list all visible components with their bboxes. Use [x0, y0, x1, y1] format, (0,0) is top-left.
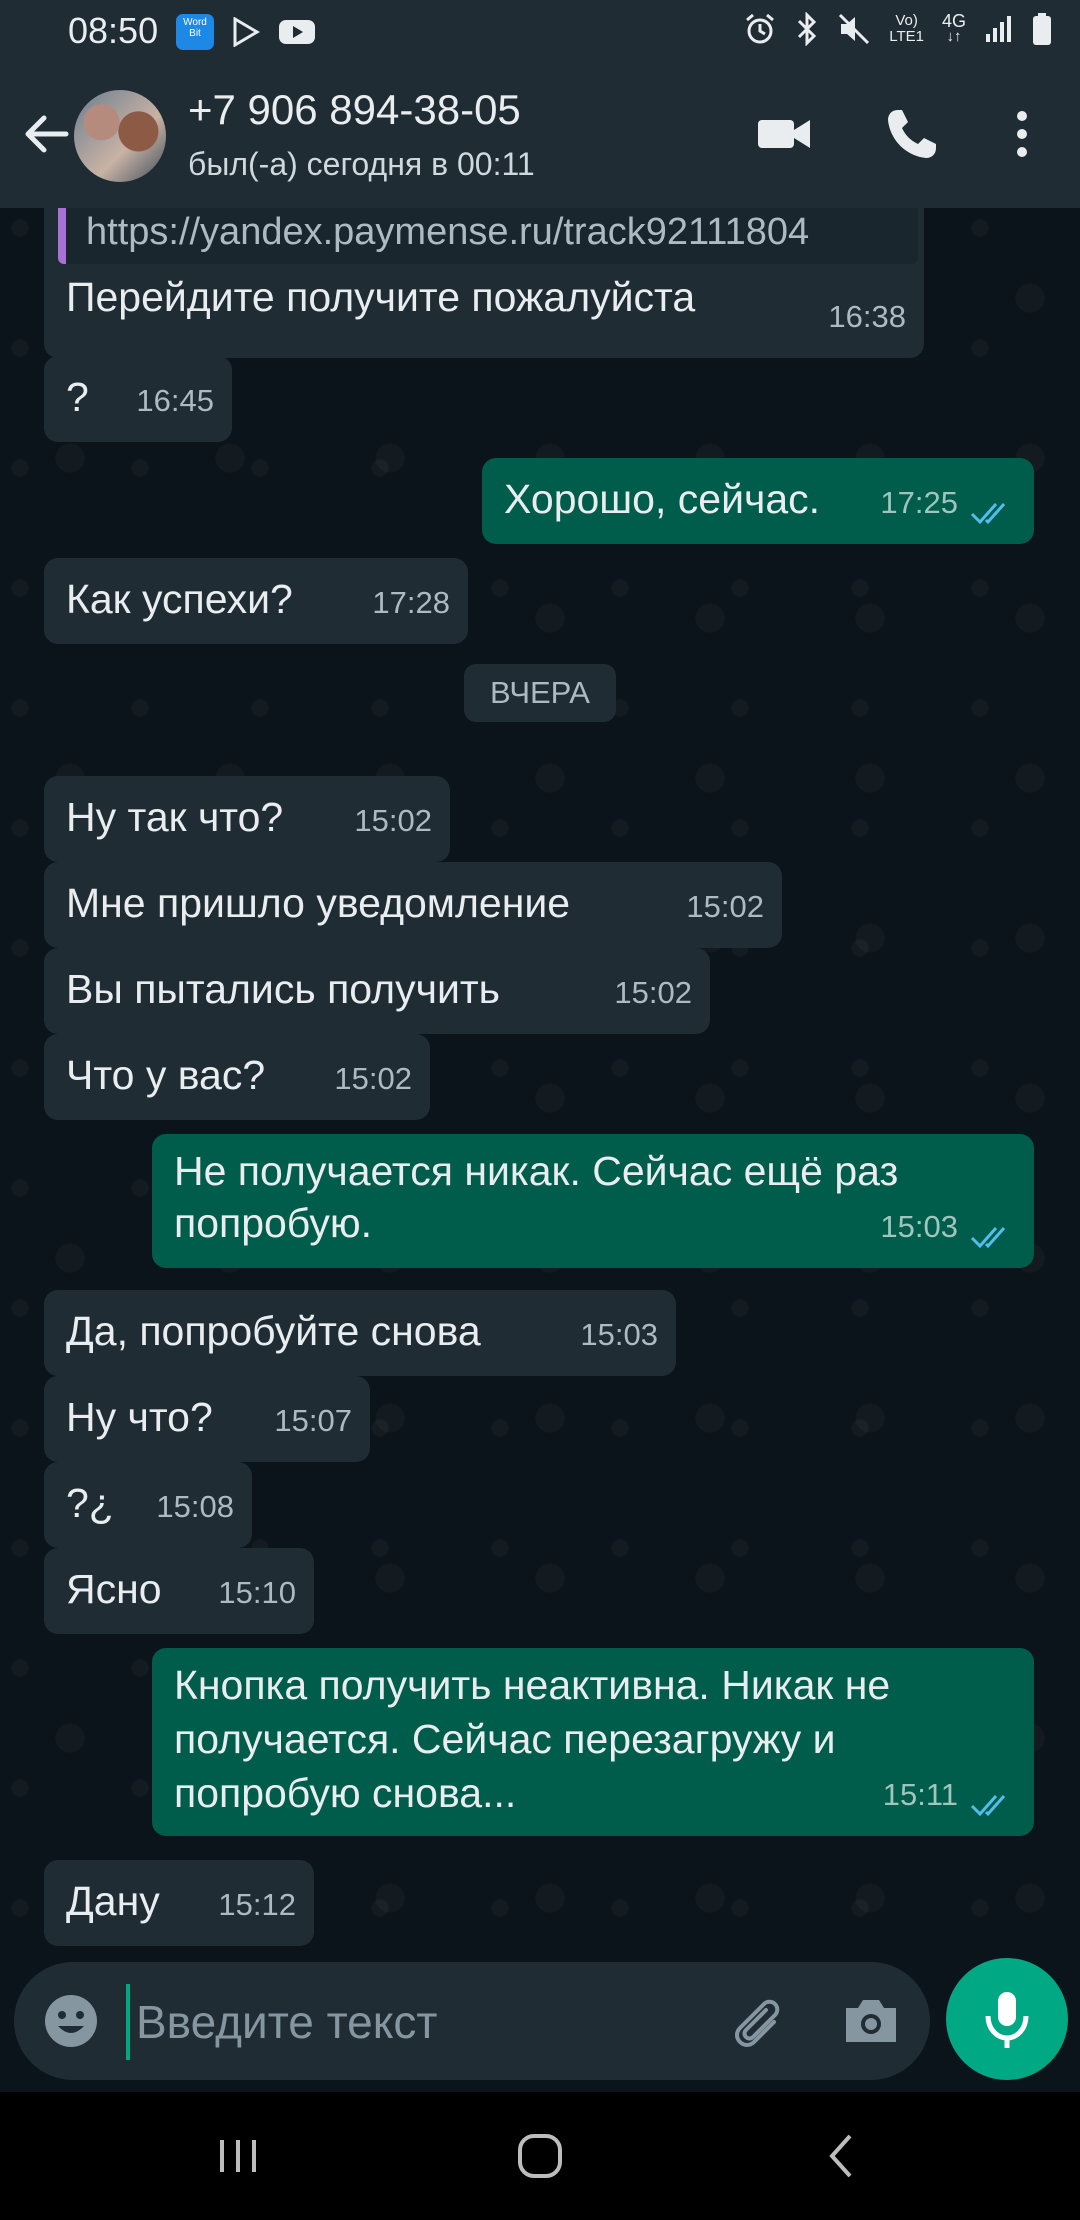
- mute-icon: [839, 13, 870, 45]
- back-arrow-icon[interactable]: [18, 106, 74, 162]
- 4g-icon: 4G ↓↑: [941, 11, 966, 45]
- message-time: 17:25: [880, 485, 958, 520]
- contact-name[interactable]: +7 906 894-38-05: [188, 86, 521, 134]
- message-bubble[interactable]: Ну так что? 15:02: [44, 776, 450, 862]
- message-bubble[interactable]: Мне пришло уведомление 15:02: [44, 862, 782, 948]
- play-store-icon: [233, 17, 260, 47]
- message-text: Мне пришло уведомление: [66, 880, 571, 926]
- message-text: Хорошо, сейчас.: [504, 476, 821, 522]
- message-time: 15:11: [882, 1777, 958, 1812]
- message-time: 15:07: [274, 1403, 352, 1438]
- read-receipt-icon: [970, 1795, 1006, 1817]
- message-text: ?¿: [66, 1480, 114, 1526]
- battery-icon: [1033, 13, 1051, 45]
- avatar[interactable]: [74, 90, 166, 182]
- message-list[interactable]: https://yandex.paymense.ru/track92111804…: [0, 208, 1080, 1960]
- read-receipt-icon: [970, 1227, 1006, 1249]
- status-time: 08:50: [68, 10, 159, 51]
- mic-button[interactable]: [946, 1958, 1068, 2080]
- signal-icon: [986, 16, 1011, 42]
- message-text-line: попробую.: [174, 1200, 373, 1246]
- wordbit-app-icon: Word Bit: [176, 14, 214, 50]
- message-time: 15:02: [354, 803, 432, 838]
- message-time: 15:02: [614, 975, 692, 1010]
- message-bubble[interactable]: Дану 15:12: [44, 1860, 314, 1946]
- message-bubble[interactable]: Как успехи? 17:28: [44, 558, 468, 644]
- message-bubble[interactable]: Кнопка получить неактивна. Никак не полу…: [152, 1648, 1034, 1836]
- attach-icon[interactable]: [722, 1988, 788, 2054]
- emoji-icon[interactable]: [42, 1992, 100, 2050]
- message-bubble[interactable]: Что у вас? 15:02: [44, 1034, 430, 1120]
- message-text: Ну что?: [66, 1394, 213, 1440]
- camera-icon[interactable]: [840, 1990, 902, 2052]
- date-divider: ВЧЕРА: [464, 664, 616, 722]
- message-text: ?: [66, 374, 89, 420]
- chat-header: +7 906 894-38-05 был(-а) сегодня в 00:11: [0, 62, 1080, 208]
- message-text: Ну так что?: [66, 794, 284, 840]
- message-time: 15:10: [218, 1575, 296, 1610]
- message-input[interactable]: [126, 1984, 718, 2060]
- read-receipt-icon: [970, 503, 1006, 525]
- home-icon[interactable]: [510, 2126, 570, 2186]
- message-time: 17:28: [372, 585, 450, 620]
- message-time: 15:03: [580, 1317, 658, 1352]
- message-text: Перейдите получите пожалуйста: [66, 274, 696, 320]
- message-bubble[interactable]: ? 16:45: [44, 356, 232, 442]
- message-bubble[interactable]: Не получается никак. Сейчас ещё раз попр…: [152, 1134, 1034, 1268]
- video-call-icon[interactable]: [752, 102, 816, 166]
- quoted-link[interactable]: https://yandex.paymense.ru/track92111804: [58, 208, 918, 264]
- volte-icon: Vo) LTE1: [889, 12, 924, 45]
- system-icons: Vo) LTE1 4G ↓↑: [743, 12, 1052, 46]
- notification-icons: Word Bit: [176, 14, 316, 50]
- message-bubble[interactable]: Ясно 15:10: [44, 1548, 314, 1634]
- message-text-line: Кнопка получить неактивна. Никак не: [174, 1662, 891, 1708]
- youtube-icon: [279, 20, 315, 44]
- message-text: Как успехи?: [66, 576, 293, 622]
- message-text: Дану: [66, 1878, 160, 1924]
- status-bar: 08:50 Word Bit Vo) LTE1 4G ↓↑: [0, 0, 1080, 62]
- mic-icon: [985, 1992, 1029, 2048]
- message-text-line: получается. Сейчас перезагружу и: [174, 1716, 836, 1762]
- message-time: 16:45: [136, 383, 214, 418]
- message-bubble[interactable]: Да, попробуйте снова 15:03: [44, 1290, 676, 1376]
- system-nav-bar: [0, 2092, 1080, 2220]
- message-time: 15:12: [218, 1887, 296, 1922]
- contact-last-seen: был(-а) сегодня в 00:11: [188, 146, 535, 182]
- message-text: Что у вас?: [66, 1052, 266, 1098]
- message-bubble[interactable]: ?¿ 15:08: [44, 1462, 252, 1548]
- message-composer: [14, 1962, 930, 2080]
- back-icon[interactable]: [812, 2126, 872, 2186]
- message-text-line: попробую снова...: [174, 1770, 517, 1816]
- phone-icon[interactable]: [880, 102, 944, 166]
- message-time: 15:08: [156, 1489, 234, 1524]
- message-text: Вы пытались получить: [66, 966, 501, 1012]
- message-bubble[interactable]: Хорошо, сейчас. 17:25: [482, 458, 1034, 544]
- message-bubble[interactable]: https://yandex.paymense.ru/track92111804…: [44, 208, 924, 358]
- message-bubble[interactable]: Вы пытались получить 15:02: [44, 948, 710, 1034]
- message-text: Ясно: [66, 1566, 162, 1612]
- message-time: 15:03: [880, 1209, 958, 1244]
- recents-icon[interactable]: [208, 2126, 268, 2186]
- message-time: 15:02: [334, 1061, 412, 1096]
- message-text: Да, попробуйте снова: [66, 1308, 481, 1354]
- message-bubble[interactable]: Ну что? 15:07: [44, 1376, 370, 1462]
- bluetooth-icon: [798, 12, 817, 46]
- more-vert-icon[interactable]: [992, 102, 1052, 166]
- alarm-icon: [746, 13, 775, 44]
- message-text-line: Не получается никак. Сейчас ещё раз: [174, 1148, 899, 1194]
- message-time: 16:38: [828, 299, 906, 334]
- message-time: 15:02: [686, 889, 764, 924]
